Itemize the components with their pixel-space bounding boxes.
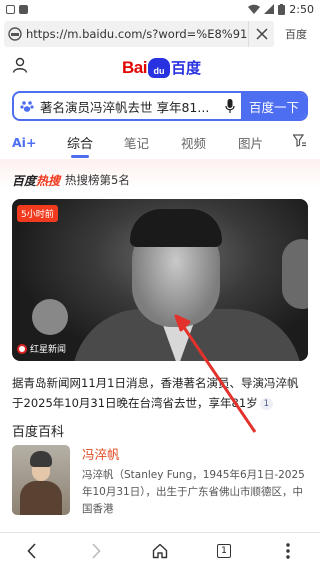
url-box[interactable]: https://m.baidu.com/s?word=%E8%91%97%E <box>4 21 274 47</box>
forward-button[interactable] <box>76 536 116 566</box>
tab-count: 1 <box>217 543 231 558</box>
filter-icon <box>292 134 306 147</box>
paw-icon <box>14 99 40 113</box>
thumb-hair <box>30 451 52 467</box>
app-icon <box>19 4 28 14</box>
more-vertical-icon <box>286 542 290 559</box>
home-icon <box>152 543 168 558</box>
hot-line[interactable]: 百度热搜 热搜榜第5名 <box>0 169 320 191</box>
search-bar: 著名演员冯淬帆去世 享年81... 百度一下 <box>12 91 308 121</box>
url-go-button[interactable]: 百度 <box>276 21 316 47</box>
back-button[interactable] <box>12 536 52 566</box>
source-name: 红星新闻 <box>30 345 67 355</box>
baidu-logo[interactable]: Bai du 百度 <box>122 57 201 78</box>
source-logo-icon <box>17 343 27 354</box>
signal-icon <box>264 4 275 14</box>
thumb-body <box>20 481 62 515</box>
baike-info: 冯淬帆 冯淬帆（Stanley Fung，1945年6月1日-2025年10月3… <box>82 445 308 518</box>
time-badge: 5小时前 <box>17 205 58 222</box>
result-card: 百度热搜 热搜榜第5名 5小时前 红星新闻 据青岛新闻网11月1日消息，香港著名… <box>0 159 320 518</box>
tab-video[interactable]: 视频 <box>181 133 206 152</box>
hot-logo-hot: 热搜 <box>36 173 61 188</box>
notification-icon <box>6 4 15 14</box>
chevron-left-icon <box>27 542 36 559</box>
clear-url-button[interactable] <box>248 21 274 47</box>
hot-logo-prefix: 百度 <box>12 173 37 188</box>
filter-button[interactable] <box>292 134 306 150</box>
search-button[interactable]: 百度一下 <box>241 93 306 119</box>
microphone-icon <box>225 99 235 113</box>
source-tag: 红星新闻 <box>17 342 66 355</box>
baidu-header: Bai du 百度 <box>0 47 320 87</box>
baike-description: 冯淬帆（Stanley Fung，1945年6月1日-2025年10月31日），… <box>82 469 305 515</box>
tabs-button[interactable]: 1 <box>204 536 244 566</box>
logo-cn: 百度 <box>170 60 201 77</box>
chevron-right-icon <box>92 542 101 559</box>
logo-bai: Bai <box>122 57 147 77</box>
url-bar: https://m.baidu.com/s?word=%E8%91%97%E 百… <box>4 21 316 47</box>
wifi-icon <box>248 4 261 14</box>
status-time: 2:50 <box>289 2 314 16</box>
hot-rank: 热搜榜第5名 <box>65 173 130 187</box>
news-photo[interactable]: 5小时前 红星新闻 <box>12 199 308 361</box>
home-button[interactable] <box>140 536 180 566</box>
bottom-nav: 1 <box>0 532 320 568</box>
status-bar: 2:50 <box>0 0 320 18</box>
baike-section-title: 百度百科 <box>12 425 65 440</box>
logo-paw: du <box>147 57 170 78</box>
menu-button[interactable] <box>268 536 308 566</box>
photo-background-person <box>282 239 308 309</box>
close-icon <box>255 28 268 40</box>
search-input[interactable]: 著名演员冯淬帆去世 享年81... <box>40 97 219 116</box>
tab-ai[interactable]: Ai+ <box>12 135 58 150</box>
battery-icon <box>278 3 286 15</box>
baike-name-link[interactable]: 冯淬帆 <box>82 445 308 465</box>
search-engine-icon <box>8 27 22 41</box>
news-summary[interactable]: 据青岛新闻网11月1日消息，香港著名演员、导演冯淬帆于2025年10月31日晚在… <box>0 361 320 413</box>
tab-notes[interactable]: 笔记 <box>124 133 149 152</box>
result-tabs: Ai+ 综合 笔记 视频 图片 <box>0 125 320 159</box>
tab-general[interactable]: 综合 <box>67 133 93 158</box>
news-text: 据青岛新闻网11月1日消息，香港著名演员、导演冯淬帆于2025年10月31日晚在… <box>12 376 299 410</box>
hot-search-logo: 百度热搜 <box>12 172 60 189</box>
citation-badge[interactable]: 1 <box>259 397 274 410</box>
voice-search-button[interactable] <box>219 99 241 113</box>
user-icon[interactable] <box>12 57 28 73</box>
url-text[interactable]: https://m.baidu.com/s?word=%E8%91%97%E <box>26 27 248 41</box>
photo-person-hair <box>130 209 222 247</box>
baike-thumbnail[interactable] <box>12 445 70 515</box>
tab-images[interactable]: 图片 <box>238 133 263 152</box>
baike-entry[interactable]: 冯淬帆 冯淬帆（Stanley Fung，1945年6月1日-2025年10月3… <box>0 441 320 518</box>
photo-microphone <box>32 299 68 335</box>
